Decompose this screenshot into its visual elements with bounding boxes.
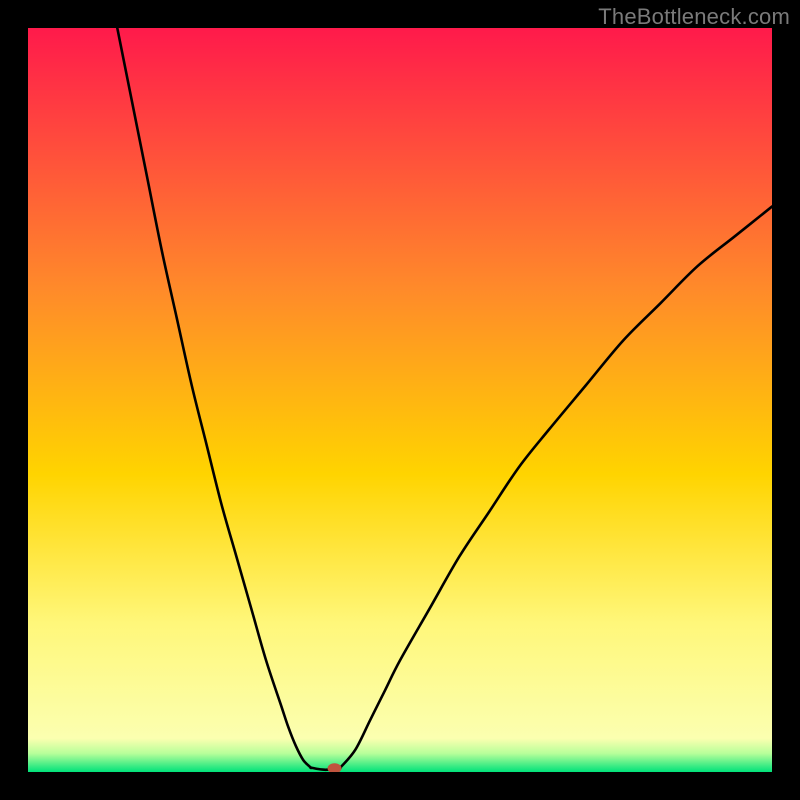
chart-frame — [28, 28, 772, 772]
watermark-text: TheBottleneck.com — [598, 4, 790, 30]
bottleneck-chart — [28, 28, 772, 772]
